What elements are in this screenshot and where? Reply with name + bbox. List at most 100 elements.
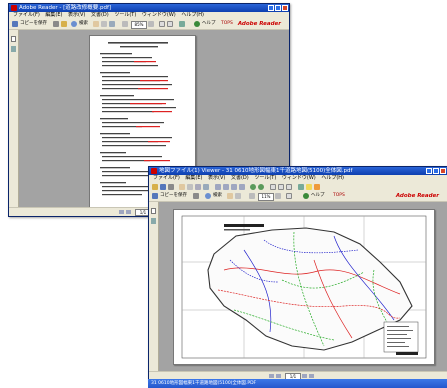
menu-file[interactable]: ファイル(F) (153, 175, 180, 181)
continuous-icon[interactable] (278, 184, 284, 190)
navigation-sidebar (149, 202, 159, 372)
single-page-icon[interactable] (270, 184, 276, 190)
comment-icon[interactable] (306, 184, 312, 190)
next-page-icon[interactable] (302, 374, 307, 378)
first-page-icon[interactable] (119, 210, 124, 214)
save-copy-button[interactable]: コピーを保存 (160, 193, 187, 199)
toolbar: コピーを保存 検索 85% ヘルプ TOPS Adobe Reader (9, 19, 289, 30)
taskbar-item[interactable]: 31 0610地形図幅東1千道路地図(5100)全体図.PDF (151, 381, 256, 386)
menu-tools[interactable]: ツール(T) (114, 12, 136, 18)
first-page-icon[interactable] (215, 184, 221, 190)
save-icon[interactable] (160, 184, 166, 190)
search-button[interactable]: 検索 (213, 193, 222, 199)
fit-page-icon[interactable] (159, 21, 165, 27)
adobe-reader-logo: Adobe Reader (237, 21, 281, 27)
maximize-button[interactable] (433, 168, 439, 174)
menu-window[interactable]: ウィンドウ(W) (282, 175, 316, 181)
select-tool-icon[interactable] (235, 193, 241, 199)
prev-page-icon[interactable] (223, 184, 229, 190)
back-icon[interactable] (250, 184, 256, 190)
menu-edit[interactable]: 編集(E) (185, 175, 202, 181)
map-page (173, 209, 435, 365)
rotate-icon[interactable] (298, 184, 304, 190)
print-icon[interactable] (193, 193, 199, 199)
mail-icon[interactable] (61, 21, 67, 27)
prev-page-icon[interactable] (126, 210, 131, 214)
close-button[interactable] (282, 5, 288, 11)
close-button[interactable] (440, 168, 446, 174)
document-area[interactable] (159, 202, 447, 372)
tops-button[interactable]: TOPS (333, 193, 345, 199)
search-icon[interactable] (71, 21, 77, 27)
next-page-icon[interactable] (231, 184, 237, 190)
tools-toolbar (149, 182, 447, 191)
menu-view[interactable]: 表示(V) (68, 12, 85, 18)
hand-tool-icon[interactable] (179, 184, 185, 190)
adobe-app-icon (151, 168, 157, 174)
prev-page-icon[interactable] (276, 374, 281, 378)
menu-view[interactable]: 表示(V) (208, 175, 225, 181)
fit-width-icon[interactable] (167, 21, 173, 27)
minimize-button[interactable] (268, 5, 274, 11)
title-bar[interactable]: 地図ファイル(1) Viewer - 31 0610地形図幅東1千道路地図(51… (149, 167, 447, 175)
save-copy-icon[interactable] (152, 193, 158, 199)
zoom-in-icon[interactable] (148, 21, 154, 27)
minimize-button[interactable] (426, 168, 432, 174)
zoom-out-icon[interactable] (122, 21, 128, 27)
hand-tool-icon[interactable] (93, 21, 99, 27)
last-page-icon[interactable] (239, 184, 245, 190)
window-title: Adobe Reader - [道路改修概要.pdf] (19, 5, 112, 11)
menu-window[interactable]: ウィンドウ(W) (142, 12, 176, 18)
title-bar[interactable]: Adobe Reader - [道路改修概要.pdf] (9, 4, 289, 12)
window-title: 地図ファイル(1) Viewer - 31 0610地形図幅東1千道路地図(51… (159, 168, 353, 174)
zoom-out-icon[interactable] (249, 193, 255, 199)
navigation-sidebar (9, 30, 19, 208)
menu-document[interactable]: 文書(D) (231, 175, 249, 181)
zoom-field[interactable]: 85% (131, 21, 147, 29)
save-icon[interactable] (12, 21, 18, 27)
forward-icon[interactable] (258, 184, 264, 190)
first-page-icon[interactable] (269, 374, 274, 378)
rotate-icon[interactable] (179, 21, 185, 27)
menu-file[interactable]: ファイル(F) (13, 12, 40, 18)
menu-help[interactable]: ヘルプ(H) (181, 12, 204, 18)
menu-bar: ファイル(F) 編集(E) 表示(V) 文書(D) ツール(T) ウィンドウ(W… (9, 12, 289, 19)
print-icon[interactable] (53, 21, 59, 27)
toolbar: コピーを保存 検索 11% ヘルプ TOPS Adobe Reader (149, 191, 447, 202)
menu-bar: ファイル(F) 編集(E) 表示(V) 文書(D) ツール(T) ウィンドウ(W… (149, 175, 447, 182)
select-tool-icon[interactable] (101, 21, 107, 27)
bookmarks-tab-icon[interactable] (151, 218, 156, 224)
help-icon[interactable] (194, 21, 200, 27)
search-button[interactable]: 検索 (79, 21, 88, 27)
pages-tab-icon[interactable] (151, 208, 156, 214)
select-tool-icon[interactable] (187, 184, 193, 190)
search-icon[interactable] (205, 193, 211, 199)
print-icon[interactable] (168, 184, 174, 190)
tops-button[interactable]: TOPS (221, 21, 233, 27)
last-page-icon[interactable] (309, 374, 314, 378)
menu-tools[interactable]: ツール(T) (254, 175, 276, 181)
zoom-tool-icon[interactable] (203, 184, 209, 190)
fit-page-icon[interactable] (286, 193, 292, 199)
help-button[interactable]: ヘルプ (202, 21, 216, 27)
highlight-icon[interactable] (314, 184, 320, 190)
snapshot-icon[interactable] (195, 184, 201, 190)
facing-icon[interactable] (286, 184, 292, 190)
maximize-button[interactable] (275, 5, 281, 11)
save-copy-button[interactable]: コピーを保存 (20, 21, 47, 27)
menu-document[interactable]: 文書(D) (91, 12, 109, 18)
menu-edit[interactable]: 編集(E) (45, 12, 62, 18)
menu-help[interactable]: ヘルプ(H) (321, 175, 344, 181)
pages-tab-icon[interactable] (11, 36, 16, 42)
city-boundary (207, 227, 413, 351)
hand-tool-icon[interactable] (227, 193, 233, 199)
help-icon[interactable] (303, 193, 309, 199)
adobe-reader-logo: Adobe Reader (395, 193, 439, 199)
pdf-window-2: 地図ファイル(1) Viewer - 31 0610地形図幅東1千道路地図(51… (148, 166, 447, 381)
zoom-field[interactable]: 11% (258, 193, 274, 201)
open-icon[interactable] (152, 184, 158, 190)
bookmarks-tab-icon[interactable] (11, 46, 16, 52)
zoom-tool-icon[interactable] (109, 21, 115, 27)
help-button[interactable]: ヘルプ (311, 193, 325, 199)
zoom-in-icon[interactable] (275, 193, 281, 199)
